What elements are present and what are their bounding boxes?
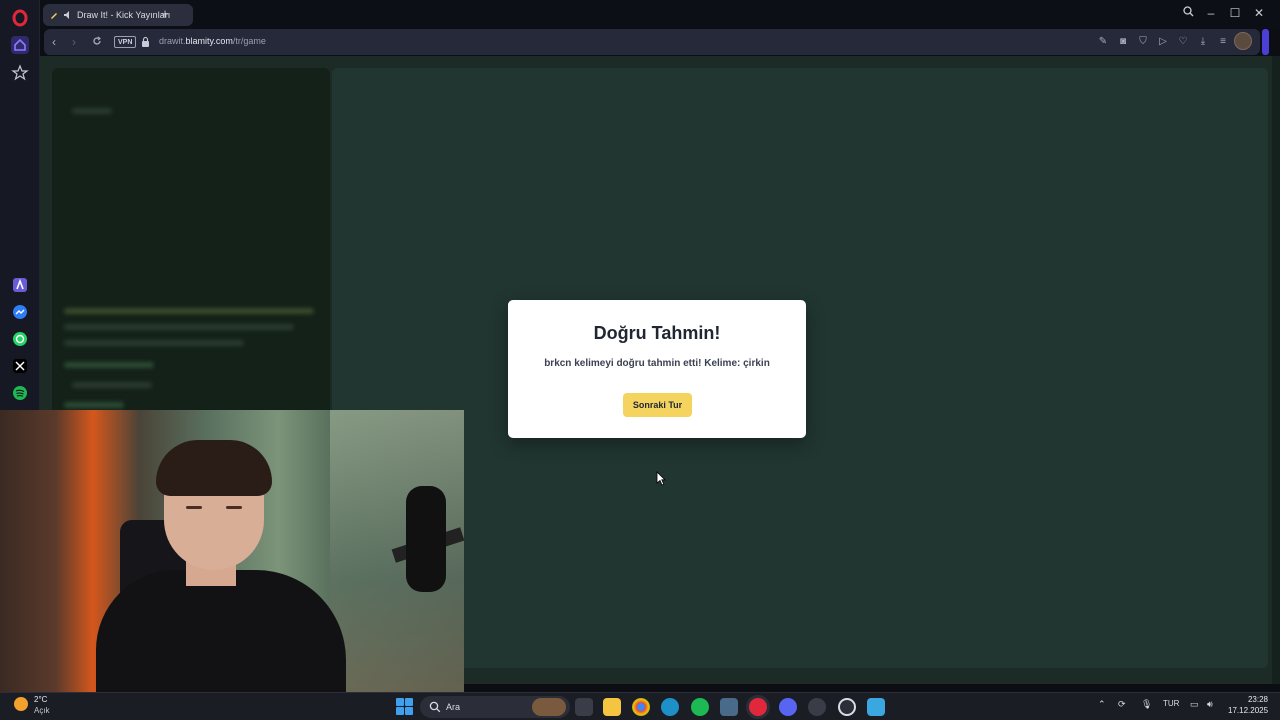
- maximize-button[interactable]: ☐: [1227, 6, 1243, 20]
- clock-time[interactable]: 23:28: [1236, 695, 1268, 704]
- sidebar-toggle[interactable]: [1262, 29, 1269, 55]
- aria-icon[interactable]: [11, 276, 29, 294]
- taskbar-search[interactable]: Ara: [420, 696, 570, 718]
- url-subdomain: drawit.: [159, 36, 186, 46]
- opera-taskbar-icon[interactable]: [749, 698, 767, 716]
- steam-icon[interactable]: [808, 698, 826, 716]
- blurred-chat-line: [72, 382, 152, 388]
- webcam-overlay: [0, 410, 464, 694]
- edge-icon[interactable]: [661, 698, 679, 716]
- messenger-icon[interactable]: [11, 303, 29, 321]
- vpn-badge[interactable]: VPN: [114, 36, 137, 48]
- clock-date[interactable]: 17.12.2025: [1228, 706, 1268, 715]
- page-scrollbar[interactable]: [1272, 56, 1280, 684]
- language-indicator[interactable]: TUR: [1163, 699, 1179, 708]
- camera-icon[interactable]: ◙: [1116, 35, 1130, 49]
- correct-guess-modal: Doğru Tahmin! brkcn kelimeyi doğru tahmi…: [508, 300, 806, 438]
- url-path: /tr/game: [232, 36, 266, 46]
- url-field[interactable]: drawit.blamity.com/tr/game: [159, 36, 266, 46]
- whatsapp-icon[interactable]: [11, 330, 29, 348]
- edit-icon[interactable]: ✎: [1096, 35, 1110, 49]
- profile-avatar[interactable]: [1234, 32, 1252, 50]
- screen: Draw It! - Kick Yayınları + – ☐ ✕ ‹ › VP…: [0, 0, 1280, 720]
- spotify-icon[interactable]: [11, 384, 29, 402]
- search-highlight-icon: [532, 698, 566, 716]
- back-button[interactable]: ‹: [46, 34, 62, 50]
- search-icon: [429, 701, 441, 713]
- webcam-person-eye: [226, 506, 242, 509]
- notepad-icon[interactable]: [867, 698, 885, 716]
- webcam-person-body: [96, 570, 346, 694]
- lock-icon[interactable]: [141, 37, 150, 47]
- weather-desc[interactable]: Açık: [34, 706, 50, 715]
- home-icon[interactable]: [11, 36, 29, 54]
- modal-message: brkcn kelimeyi doğru tahmin etti! Kelime…: [544, 358, 770, 369]
- webcam-person-hair: [156, 440, 272, 496]
- download-icon[interactable]: ⤓: [1196, 35, 1210, 49]
- search-placeholder: Ara: [446, 702, 461, 712]
- webcam-person-eye: [186, 506, 202, 509]
- shield-icon[interactable]: ⛉: [1136, 35, 1150, 49]
- close-window-button[interactable]: ✕: [1251, 6, 1267, 20]
- address-bar: ‹ › VPN drawit.blamity.com/tr/game ✎ ◙ ⛉…: [44, 29, 1260, 55]
- sync-icon[interactable]: ⟳: [1118, 699, 1126, 710]
- webcam-microphone: [406, 486, 446, 592]
- star-icon[interactable]: [11, 63, 29, 81]
- new-tab-button[interactable]: +: [158, 7, 172, 21]
- blurred-chat-line: [64, 362, 154, 368]
- chrome-icon[interactable]: [632, 698, 650, 716]
- settings-gear-icon[interactable]: [838, 698, 856, 716]
- next-round-button[interactable]: Sonraki Tur: [623, 393, 692, 417]
- weather-icon[interactable]: [14, 697, 28, 711]
- pencil-favicon-icon: [51, 13, 57, 19]
- chevron-up-icon[interactable]: ⌃: [1098, 699, 1106, 710]
- modal-title: Doğru Tahmin!: [593, 323, 721, 343]
- opera-logo-icon[interactable]: [11, 9, 29, 27]
- tab-title: Draw It! - Kick Yayınları: [77, 10, 171, 20]
- network-icon[interactable]: ▭: [1190, 699, 1199, 710]
- mouse-cursor-icon: [656, 471, 666, 486]
- microphone-icon[interactable]: 🎙︎: [1141, 699, 1152, 710]
- weather-temp[interactable]: 2°C: [34, 695, 47, 704]
- volume-icon[interactable]: 🔊︎: [1207, 699, 1213, 710]
- reload-button[interactable]: [89, 34, 105, 50]
- forward-button[interactable]: ›: [66, 34, 82, 50]
- menu-icon[interactable]: ≡: [1216, 35, 1230, 49]
- play-icon[interactable]: ▷: [1156, 35, 1170, 49]
- blurred-chat-line: [64, 402, 124, 408]
- heart-icon[interactable]: ♡: [1176, 35, 1190, 49]
- blurred-header: [72, 108, 112, 114]
- task-view-icon[interactable]: [575, 698, 593, 716]
- speaker-icon[interactable]: [63, 10, 73, 20]
- app-icon[interactable]: [720, 698, 738, 716]
- search-tabs-icon[interactable]: [1180, 6, 1196, 20]
- minimize-button[interactable]: –: [1203, 6, 1219, 20]
- url-domain: blamity.com: [185, 36, 233, 46]
- tab-strip: Draw It! - Kick Yayınları + – ☐ ✕: [40, 0, 1280, 29]
- spotify-taskbar-icon[interactable]: [691, 698, 709, 716]
- discord-icon[interactable]: [779, 698, 797, 716]
- blurred-chat-line: [64, 340, 244, 346]
- blurred-chat-line: [64, 308, 314, 314]
- blurred-chat-line: [64, 324, 294, 330]
- x-twitter-icon[interactable]: [11, 357, 29, 375]
- windows-taskbar: 2°C Açık Ara ⌃ ⟳ 🎙︎ TUR ▭ 🔊︎ 23:28 17.12…: [0, 692, 1280, 720]
- start-button[interactable]: [396, 698, 413, 715]
- file-explorer-icon[interactable]: [603, 698, 621, 716]
